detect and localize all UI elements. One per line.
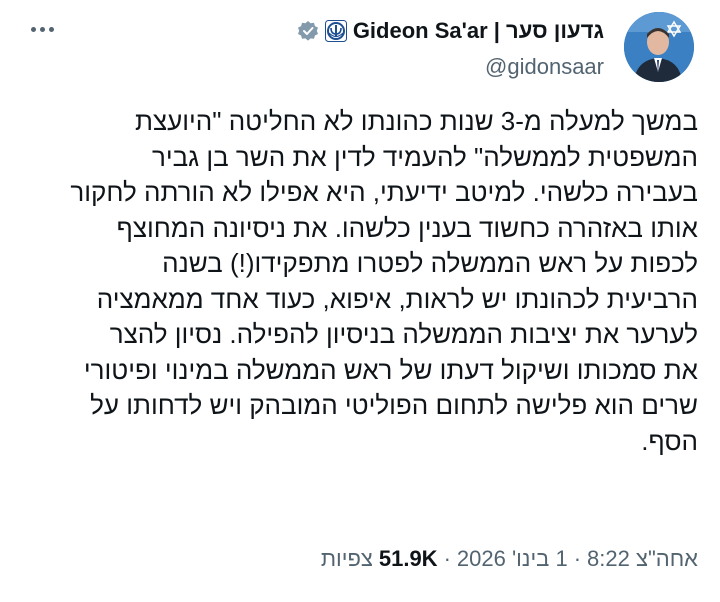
author-handle[interactable]: @gidonsaar xyxy=(297,54,604,80)
tweet-text-line: לכפות על ראש הממשלה לפטרו מתפקידו(!) בשנ… xyxy=(162,248,698,278)
more-horizontal-icon xyxy=(30,26,36,32)
views-count[interactable]: 51.9K xyxy=(379,546,438,572)
meta-separator: · xyxy=(573,546,582,571)
verified-check-icon xyxy=(297,20,319,42)
tweet-text-line: המשפטית לממשלה" להעמיד לדין את השר בן גב… xyxy=(151,141,698,172)
israel-emblem-icon xyxy=(324,20,347,42)
tweet: גדעון סער | Gideon Sa'ar @gidonsaar במשך… xyxy=(0,0,720,602)
author-info: גדעון סער | Gideon Sa'ar @gidonsaar xyxy=(297,16,604,80)
tweet-header: גדעון סער | Gideon Sa'ar @gidonsaar xyxy=(22,12,698,86)
tweet-text-line: את סמכותו ושיקול דעתו של ראש הממשלה במינ… xyxy=(83,354,698,385)
tweet-text-line: במשך למעלה מ-3 שנות כהונתו לא החליטה "הי… xyxy=(134,106,698,136)
more-horizontal-icon xyxy=(39,26,45,32)
more-horizontal-icon xyxy=(48,26,54,32)
tweet-text: במשך למעלה מ-3 שנות כהונתו לא החליטה "הי… xyxy=(28,104,698,459)
views-label: צפיות xyxy=(320,546,373,571)
meta-separator: · xyxy=(443,546,451,571)
tweet-text-line: שרים הוא פלישה לתחום הפוליטי המובהק ויש … xyxy=(90,390,698,420)
tweet-date[interactable]: 1 בינו' 2026 xyxy=(457,546,568,572)
author-display-name[interactable]: גדעון סער | Gideon Sa'ar xyxy=(353,18,604,44)
tweet-text-line: הסף. xyxy=(641,425,698,456)
avatar-image xyxy=(624,12,694,82)
tweet-text-line: בעבירה כלשהי. למיטב ידיעתי, היא אפילו לא… xyxy=(70,177,698,207)
more-options-button[interactable] xyxy=(22,14,62,44)
tweet-text-line: אותו באזהרה כחשוד בענין כלשהו. את ניסיונ… xyxy=(116,212,698,243)
tweet-text-line: לערער את יציבות הממשלה בניסיון להפילה. נ… xyxy=(109,319,698,349)
tweet-time[interactable]: אחה"צ 8:22 xyxy=(587,546,698,572)
tweet-meta: אחה"צ 8:22 · 1 בינו' 2026 · 51.9K צפיות xyxy=(321,546,698,572)
tweet-text-line: הרביעית לכהונתו יש לראות, איפוא, כעוד אח… xyxy=(96,283,698,314)
avatar[interactable] xyxy=(624,12,694,82)
author-name-row: גדעון סער | Gideon Sa'ar xyxy=(297,16,604,46)
